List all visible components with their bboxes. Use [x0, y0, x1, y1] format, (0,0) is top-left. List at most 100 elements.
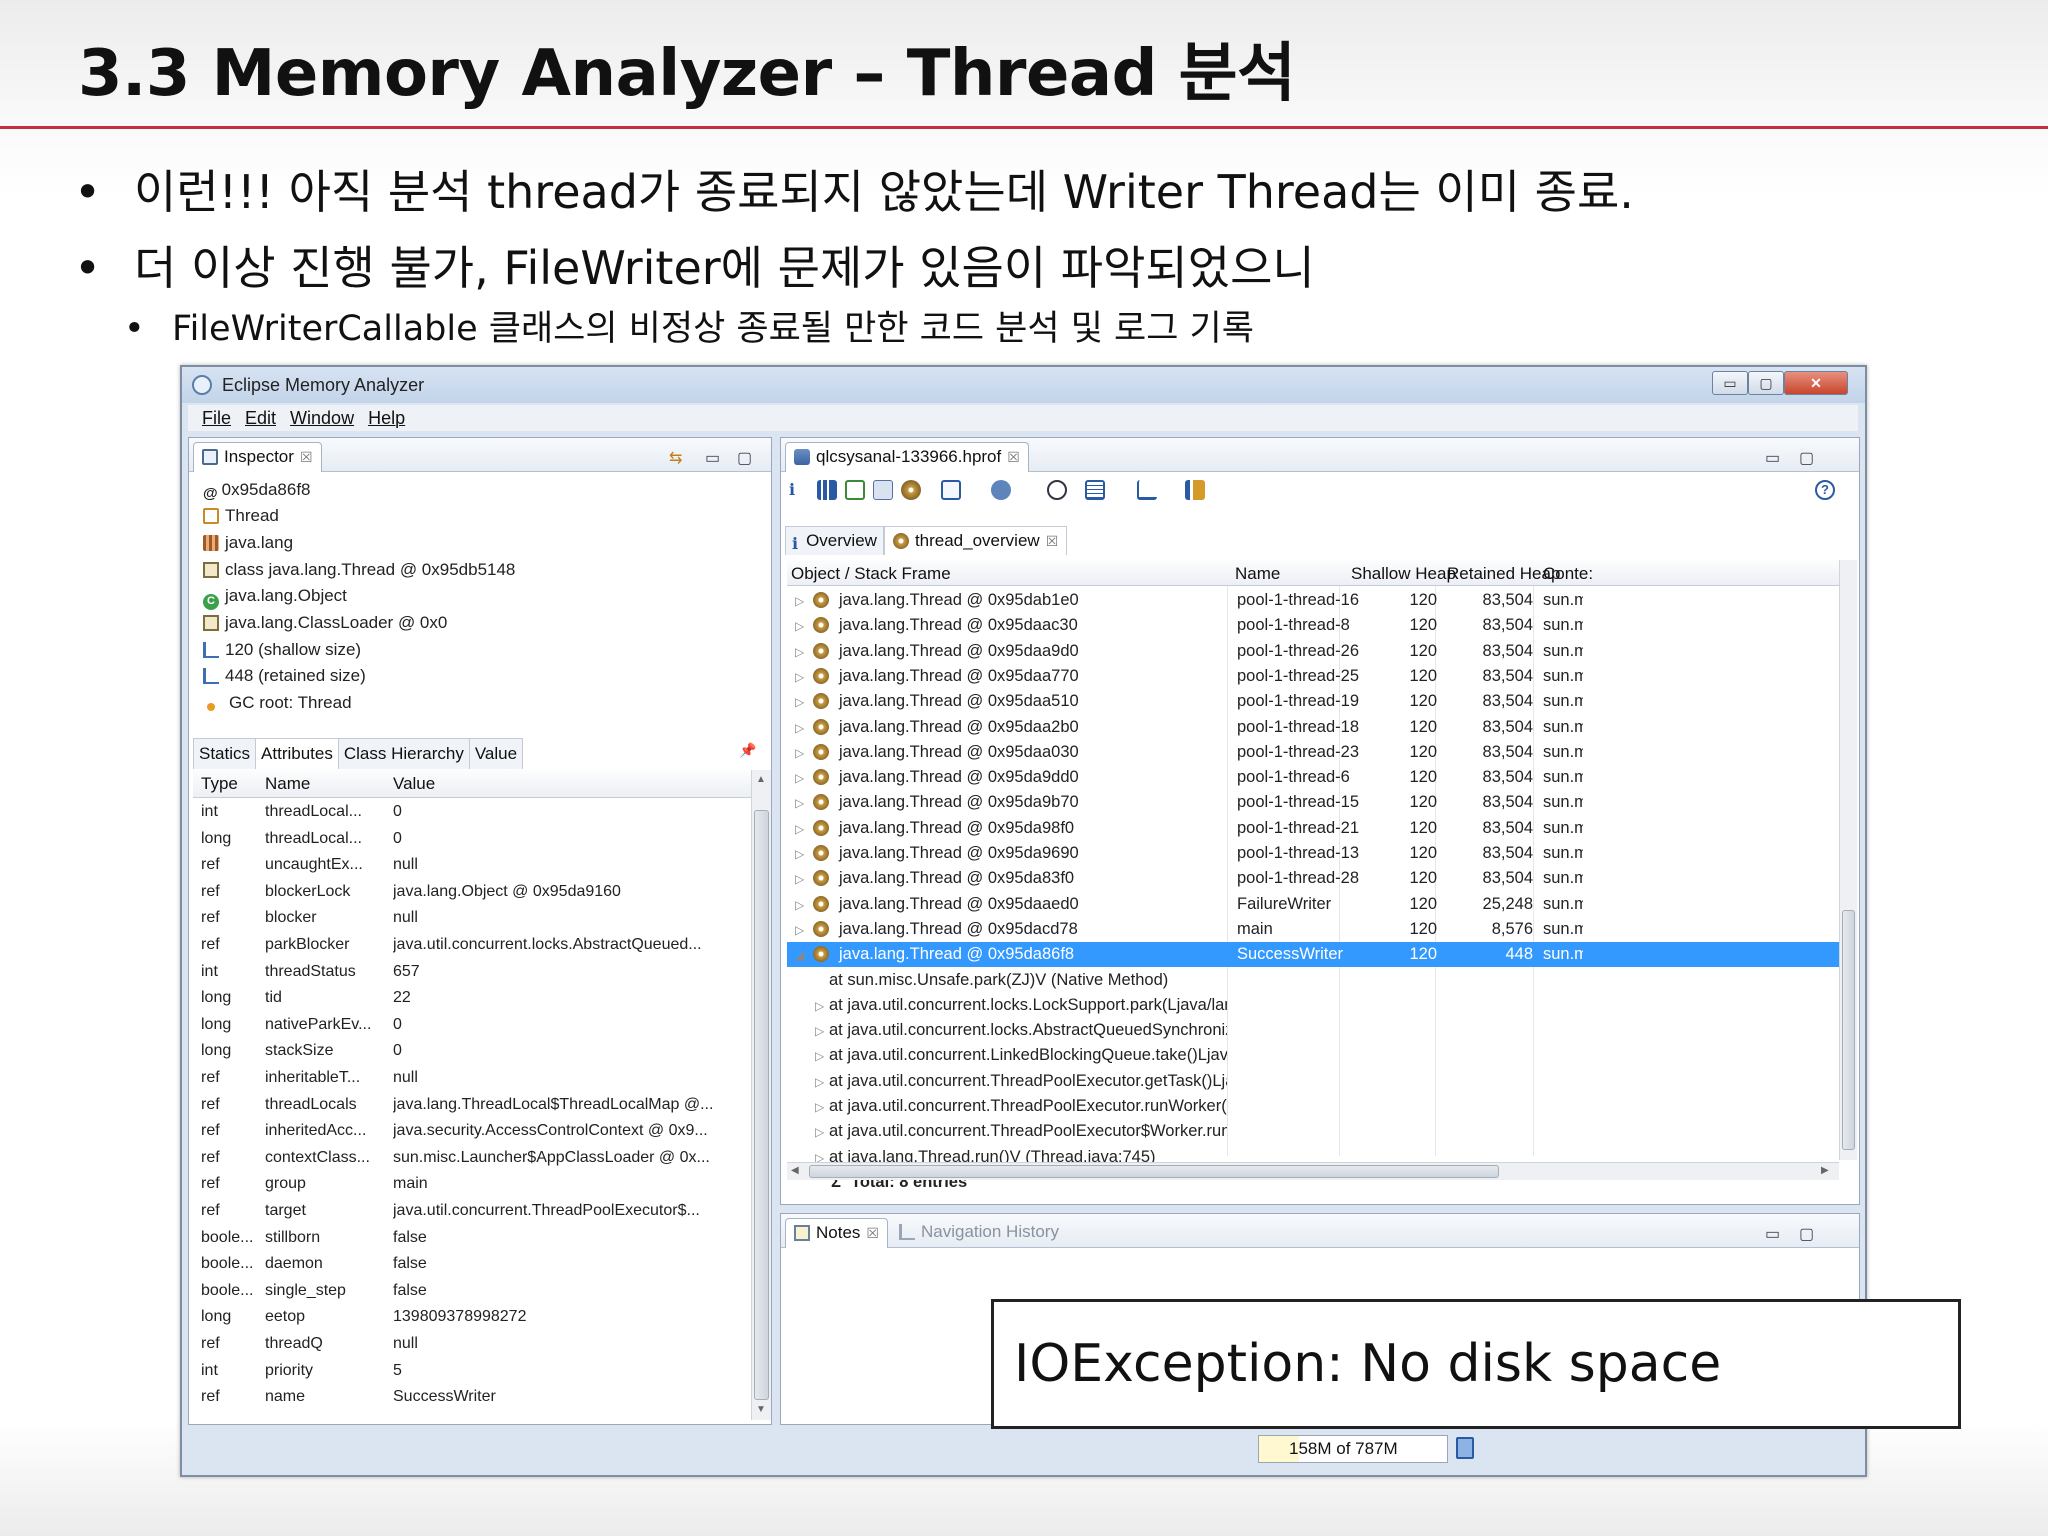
minimize-view-icon[interactable]: ▭: [1765, 448, 1780, 468]
col-name[interactable]: Name: [265, 774, 310, 794]
close-button[interactable]: ✕: [1784, 371, 1848, 395]
tab-value[interactable]: Value: [468, 738, 524, 769]
expand-arrow-icon[interactable]: ▷: [795, 670, 804, 684]
expand-arrow-icon[interactable]: ▷: [795, 771, 804, 785]
thread-row[interactable]: ▷ java.lang.Thread @ 0x95daa9d0 pool-1-thr…: [787, 639, 1847, 664]
stack-frame-row[interactable]: ▷ at java.util.concurrent.ThreadPoolExecu…: [787, 1069, 1847, 1094]
expand-arrow-icon[interactable]: ▷: [815, 1100, 824, 1114]
attribute-row[interactable]: ref contextClass... sun.misc.Launcher$AppC…: [193, 1146, 753, 1172]
attribute-row[interactable]: ref threadQ null: [193, 1332, 753, 1358]
tab-thread-overview[interactable]: thread_overview ☒: [883, 526, 1068, 555]
scroll-thumb[interactable]: [754, 810, 769, 1400]
tab-class-hierarchy[interactable]: Class Hierarchy: [337, 738, 470, 769]
attribute-row[interactable]: ref inheritableT... null: [193, 1066, 753, 1092]
thread-row[interactable]: ▷ java.lang.Thread @ 0x95da9690 pool-1-thr…: [787, 841, 1847, 866]
expand-arrow-icon[interactable]: ▷: [815, 999, 824, 1013]
tab-overview[interactable]: i Overview: [785, 526, 884, 555]
maximize-view-icon[interactable]: ▢: [1799, 448, 1814, 468]
search-icon[interactable]: [1047, 480, 1067, 500]
inspector-item[interactable]: @0x95da86f8: [203, 480, 311, 502]
expand-arrow-icon[interactable]: ▷: [795, 695, 804, 709]
export-icon[interactable]: [1137, 480, 1157, 500]
expand-arrow-icon[interactable]: ▷: [795, 796, 804, 810]
minimize-view-icon[interactable]: ▭: [705, 448, 720, 468]
reports-icon[interactable]: [941, 480, 961, 500]
stack-frame-row[interactable]: ▷ at java.util.concurrent.LinkedBlockingQ…: [787, 1043, 1847, 1068]
thread-row[interactable]: ▷ java.lang.Thread @ 0x95da98f0 pool-1-thr…: [787, 816, 1847, 841]
help-icon[interactable]: ?: [1815, 480, 1835, 500]
attribute-row[interactable]: ref blockerLock java.lang.Object @ 0x95da9…: [193, 880, 753, 906]
thread-row[interactable]: ▷ java.lang.Thread @ 0x95daa770 pool-1-thr…: [787, 664, 1847, 689]
expand-arrow-icon[interactable]: ▷: [795, 746, 804, 760]
attribute-row[interactable]: int threadLocal... 0: [193, 800, 753, 826]
histogram-icon[interactable]: [817, 480, 837, 500]
window-titlebar[interactable]: Eclipse Memory Analyzer ▭ ▢ ✕: [182, 367, 1865, 403]
thread-row-selected[interactable]: ◢ java.lang.Thread @ 0x95da86f8 SuccessWri…: [787, 942, 1847, 968]
close-tab-icon[interactable]: ☒: [1007, 449, 1020, 465]
query-browser-icon[interactable]: [991, 480, 1011, 500]
attribute-row[interactable]: long threadLocal... 0: [193, 827, 753, 853]
tab-navigation-history[interactable]: Navigation History: [899, 1222, 1059, 1242]
attribute-row[interactable]: long stackSize 0: [193, 1039, 753, 1065]
attributes-scrollbar[interactable]: ▲ ▼: [751, 770, 771, 1420]
expand-arrow-icon[interactable]: ▷: [815, 1075, 824, 1089]
expand-arrow-icon[interactable]: ▷: [795, 822, 804, 836]
menu-file[interactable]: File: [202, 408, 231, 429]
scroll-left-icon[interactable]: ◀: [791, 1165, 799, 1176]
pin-icon[interactable]: 📌: [739, 742, 756, 759]
expand-arrow-icon[interactable]: ▷: [795, 594, 804, 608]
attribute-row[interactable]: ref group main: [193, 1172, 753, 1198]
tab-statics[interactable]: Statics: [193, 738, 257, 769]
inspector-item[interactable]: class java.lang.Thread @ 0x95db5148: [203, 560, 515, 580]
expand-arrow-icon[interactable]: ▷: [795, 898, 804, 912]
attribute-row[interactable]: ref inheritedAcc... java.security.AccessCo…: [193, 1119, 753, 1145]
inspector-item[interactable]: java.lang: [203, 533, 293, 553]
col-value[interactable]: Value: [393, 774, 435, 794]
expand-arrow-icon[interactable]: ▷: [795, 721, 804, 735]
menu-edit[interactable]: Edit: [245, 408, 276, 429]
attribute-row[interactable]: int priority 5: [193, 1359, 753, 1385]
stack-frame-row[interactable]: at sun.misc.Unsafe.park(ZJ)V (Native Met…: [787, 968, 1847, 993]
maximize-button[interactable]: ▢: [1748, 371, 1784, 395]
menu-window[interactable]: Window: [290, 408, 354, 429]
compare-icon[interactable]: [1185, 480, 1205, 500]
thread-row[interactable]: ▷ java.lang.Thread @ 0x95daac30 pool-1-thr…: [787, 613, 1847, 638]
tab-inspector[interactable]: Inspector ☒: [193, 442, 322, 472]
thread-table-hscrollbar[interactable]: ◀ ▶: [787, 1162, 1839, 1180]
attribute-row[interactable]: boole... stillborn false: [193, 1226, 753, 1252]
attribute-row[interactable]: boole... daemon false: [193, 1252, 753, 1278]
attribute-row[interactable]: long eetop 139809378998272: [193, 1305, 753, 1331]
tab-attributes[interactable]: Attributes: [255, 738, 339, 769]
maximize-view-icon[interactable]: ▢: [737, 448, 752, 468]
tab-notes[interactable]: Notes ☒: [785, 1218, 888, 1248]
attribute-row[interactable]: boole... single_step false: [193, 1279, 753, 1305]
thread-row[interactable]: ▷ java.lang.Thread @ 0x95da9dd0 pool-1-thr…: [787, 765, 1847, 790]
minimize-button[interactable]: ▭: [1712, 371, 1748, 395]
heap-status[interactable]: 158M of 787M: [1258, 1435, 1448, 1463]
col-name[interactable]: Name: [1235, 564, 1280, 584]
inspector-item[interactable]: Thread: [203, 506, 279, 526]
scroll-right-icon[interactable]: ▶: [1821, 1165, 1829, 1176]
stack-frame-row[interactable]: ▷ at java.util.concurrent.ThreadPoolExecu…: [787, 1119, 1847, 1144]
col-type[interactable]: Type: [201, 774, 238, 794]
oql-icon[interactable]: [873, 480, 893, 500]
thread-row[interactable]: ▷ java.lang.Thread @ 0x95daa510 pool-1-thr…: [787, 689, 1847, 714]
attribute-row[interactable]: ref uncaughtEx... null: [193, 853, 753, 879]
expand-arrow-icon[interactable]: ▷: [815, 1125, 824, 1139]
dominator-tree-icon[interactable]: [845, 480, 865, 500]
col-shallow-heap[interactable]: Shallow Heap: [1351, 564, 1456, 584]
menu-help[interactable]: Help: [368, 408, 405, 429]
thread-table-scrollbar[interactable]: [1839, 560, 1857, 1160]
col-context[interactable]: Conte:: [1543, 564, 1593, 584]
tab-hprof[interactable]: qlcsysanal-133966.hprof ☒: [785, 442, 1029, 472]
scroll-up-icon[interactable]: ▲: [756, 774, 766, 785]
scroll-thumb[interactable]: [809, 1165, 1499, 1178]
attribute-row[interactable]: ref parkBlocker java.util.concurrent.locks…: [193, 933, 753, 959]
inspector-item[interactable]: Cjava.lang.Object: [203, 586, 347, 610]
close-tab-icon[interactable]: ☒: [866, 1225, 879, 1241]
thread-row[interactable]: ▷ java.lang.Thread @ 0x95da9b70 pool-1-thr…: [787, 790, 1847, 815]
expand-arrow-icon[interactable]: ▷: [795, 872, 804, 886]
col-object-stack-frame[interactable]: Object / Stack Frame: [791, 564, 951, 584]
stack-frame-row[interactable]: ▷ at java.util.concurrent.ThreadPoolExecu…: [787, 1094, 1847, 1119]
attribute-row[interactable]: ref target java.util.concurrent.ThreadPool…: [193, 1199, 753, 1225]
